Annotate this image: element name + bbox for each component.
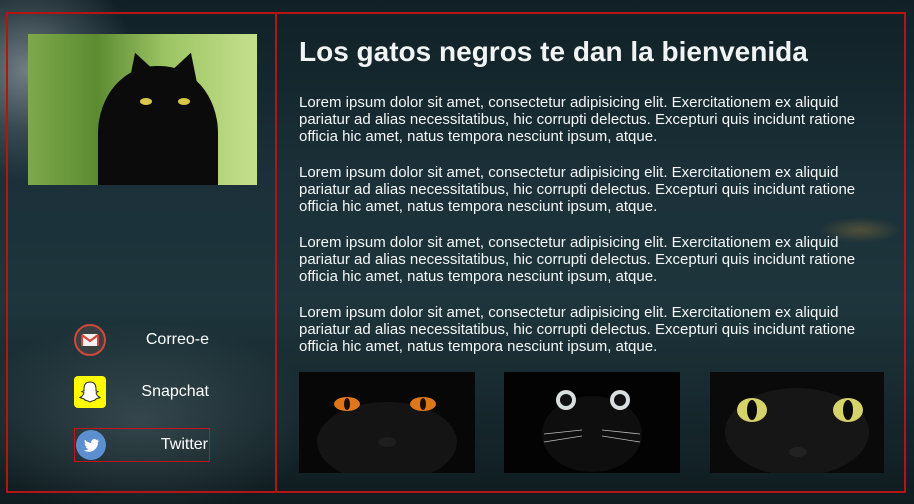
main-content: Los gatos negros te dan la bienvenida Lo… [279,14,904,491]
sidebar: Correo-e Snapchat Twitter [8,14,277,491]
gallery-image-yellow-eyes [710,372,884,473]
yellow-cat-eyes-art [710,372,884,473]
gallery-image-white-eyes [504,372,680,473]
social-link-twitter[interactable]: Twitter [74,428,210,462]
cat-silhouette [98,66,218,185]
paragraph-3: Lorem ipsum dolor sit amet, consectetur … [299,234,856,285]
social-label-twitter: Twitter [160,436,208,453]
page-title: Los gatos negros te dan la bienvenida [299,36,808,67]
social-label-email: Correo-e [145,331,209,348]
orange-cat-eyes-art [299,372,475,473]
white-cat-eyes-art [504,372,680,473]
social-label-snapchat: Snapchat [141,383,209,400]
cat-eye-right [178,98,190,105]
cat-eye-left [140,98,152,105]
profile-photo-black-cat [28,34,257,185]
twitter-bird-icon [76,430,106,460]
snapchat-ghost-icon [74,376,106,408]
paragraph-1: Lorem ipsum dolor sit amet, consectetur … [299,94,856,145]
gallery-image-orange-eyes [299,372,475,473]
paragraph-2: Lorem ipsum dolor sit amet, consectetur … [299,164,856,215]
gmail-icon [74,324,106,356]
social-link-snapchat[interactable]: Snapchat [74,375,210,409]
paragraph-4: Lorem ipsum dolor sit amet, consectetur … [299,304,856,355]
page-frame: Correo-e Snapchat Twitter Los gatos negr… [6,12,906,493]
social-link-email[interactable]: Correo-e [74,323,210,357]
